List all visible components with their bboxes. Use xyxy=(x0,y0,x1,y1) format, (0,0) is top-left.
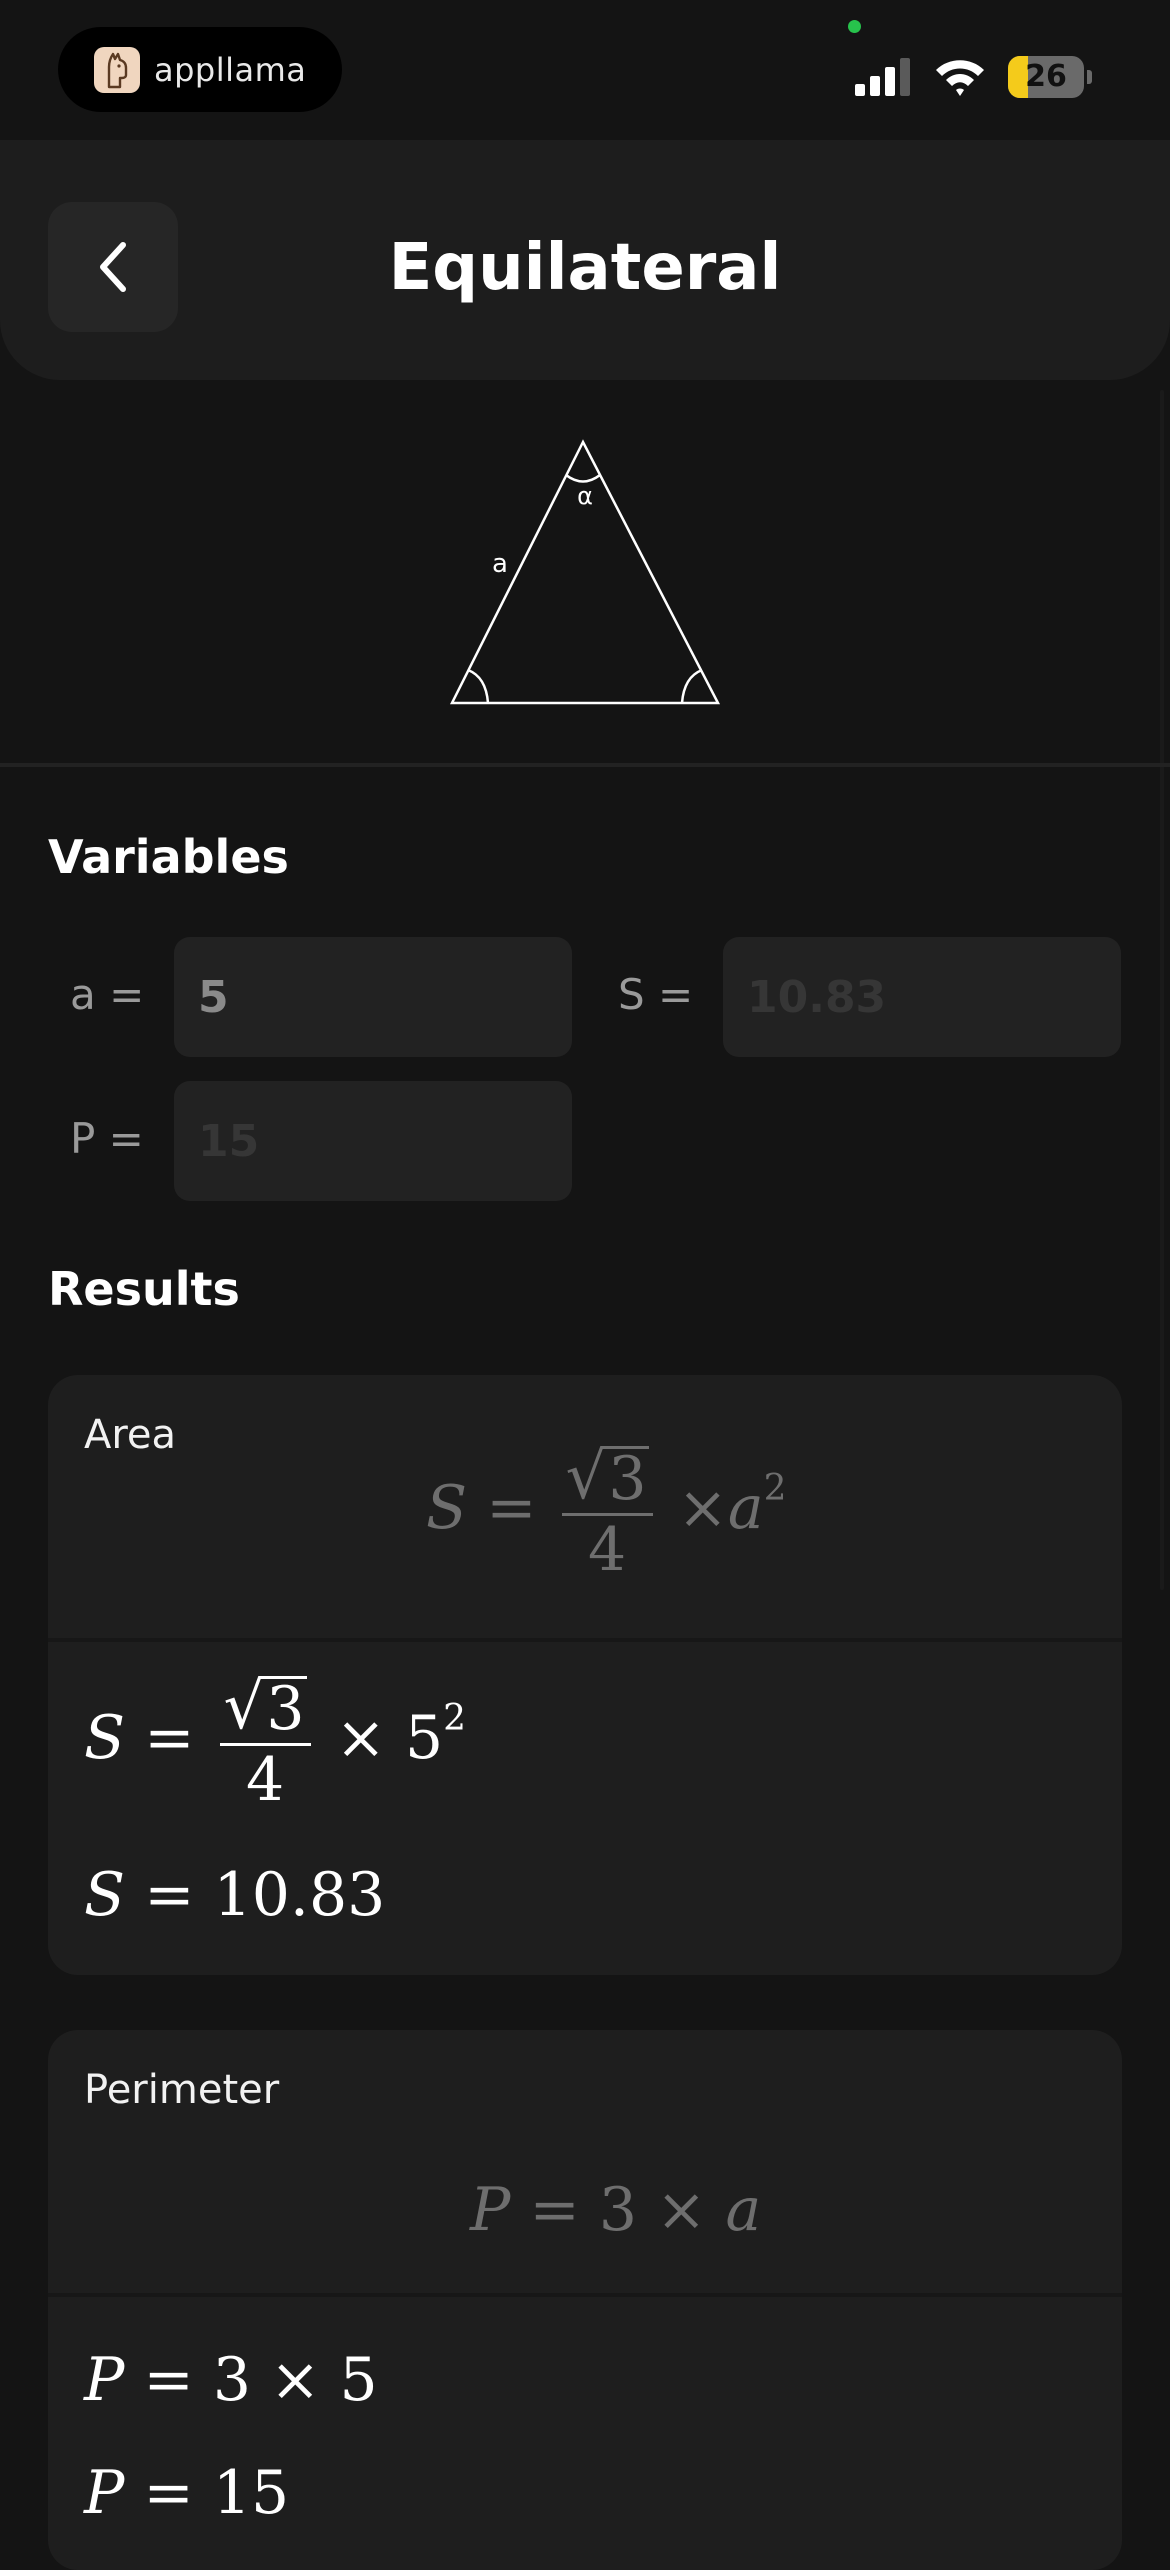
perimeter-label: Perimeter xyxy=(84,2067,280,2113)
perimeter-card: Perimeter P = 3 × a P = 3 × 5 P = 15 xyxy=(48,2030,1122,2570)
area-substituted-formula: S = √ 3 4 × 52 xyxy=(84,1670,467,1815)
variable-a-input[interactable]: 5 xyxy=(174,937,572,1057)
llama-logo-icon xyxy=(94,46,140,93)
results-title: Results xyxy=(48,1262,240,1316)
area-label: Area xyxy=(84,1412,177,1458)
variable-a-label: a = xyxy=(70,970,145,1019)
variable-p-label: P = xyxy=(70,1114,144,1163)
navigation-header: Equilateral xyxy=(0,140,1170,380)
variable-s-label: S = xyxy=(618,970,694,1019)
perimeter-substituted-formula: P = 3 × 5 xyxy=(84,2345,378,2415)
area-general-formula: S = √ 3 4 ×a2 xyxy=(426,1440,787,1585)
variable-p-input[interactable]: 15 xyxy=(174,1081,572,1201)
battery-percentage: 26 xyxy=(1025,59,1067,94)
section-divider xyxy=(0,763,1170,767)
battery-icon: 26 xyxy=(1008,56,1092,98)
area-result: S = 10.83 xyxy=(84,1860,386,1930)
camera-indicator-dot xyxy=(848,20,861,33)
wifi-icon xyxy=(936,60,984,96)
perimeter-general-formula: P = 3 × a xyxy=(470,2175,762,2245)
area-card: Area S = √ 3 4 ×a2 S = √ 3 4 × 52 S = 10.8… xyxy=(48,1375,1122,1975)
status-bar: appllama 26 xyxy=(0,0,1170,140)
perimeter-result: P = 15 xyxy=(84,2458,290,2528)
angle-label: α xyxy=(577,482,593,510)
brand-pill: appllama xyxy=(58,27,342,112)
variables-title: Variables xyxy=(48,830,289,884)
brand-name: appllama xyxy=(154,50,307,89)
variable-s-input[interactable]: 10.83 xyxy=(723,937,1121,1057)
page-title: Equilateral xyxy=(388,231,782,305)
side-label: a xyxy=(492,549,508,579)
equilateral-triangle-diagram: a α xyxy=(449,439,721,705)
cellular-signal-icon xyxy=(855,58,910,96)
